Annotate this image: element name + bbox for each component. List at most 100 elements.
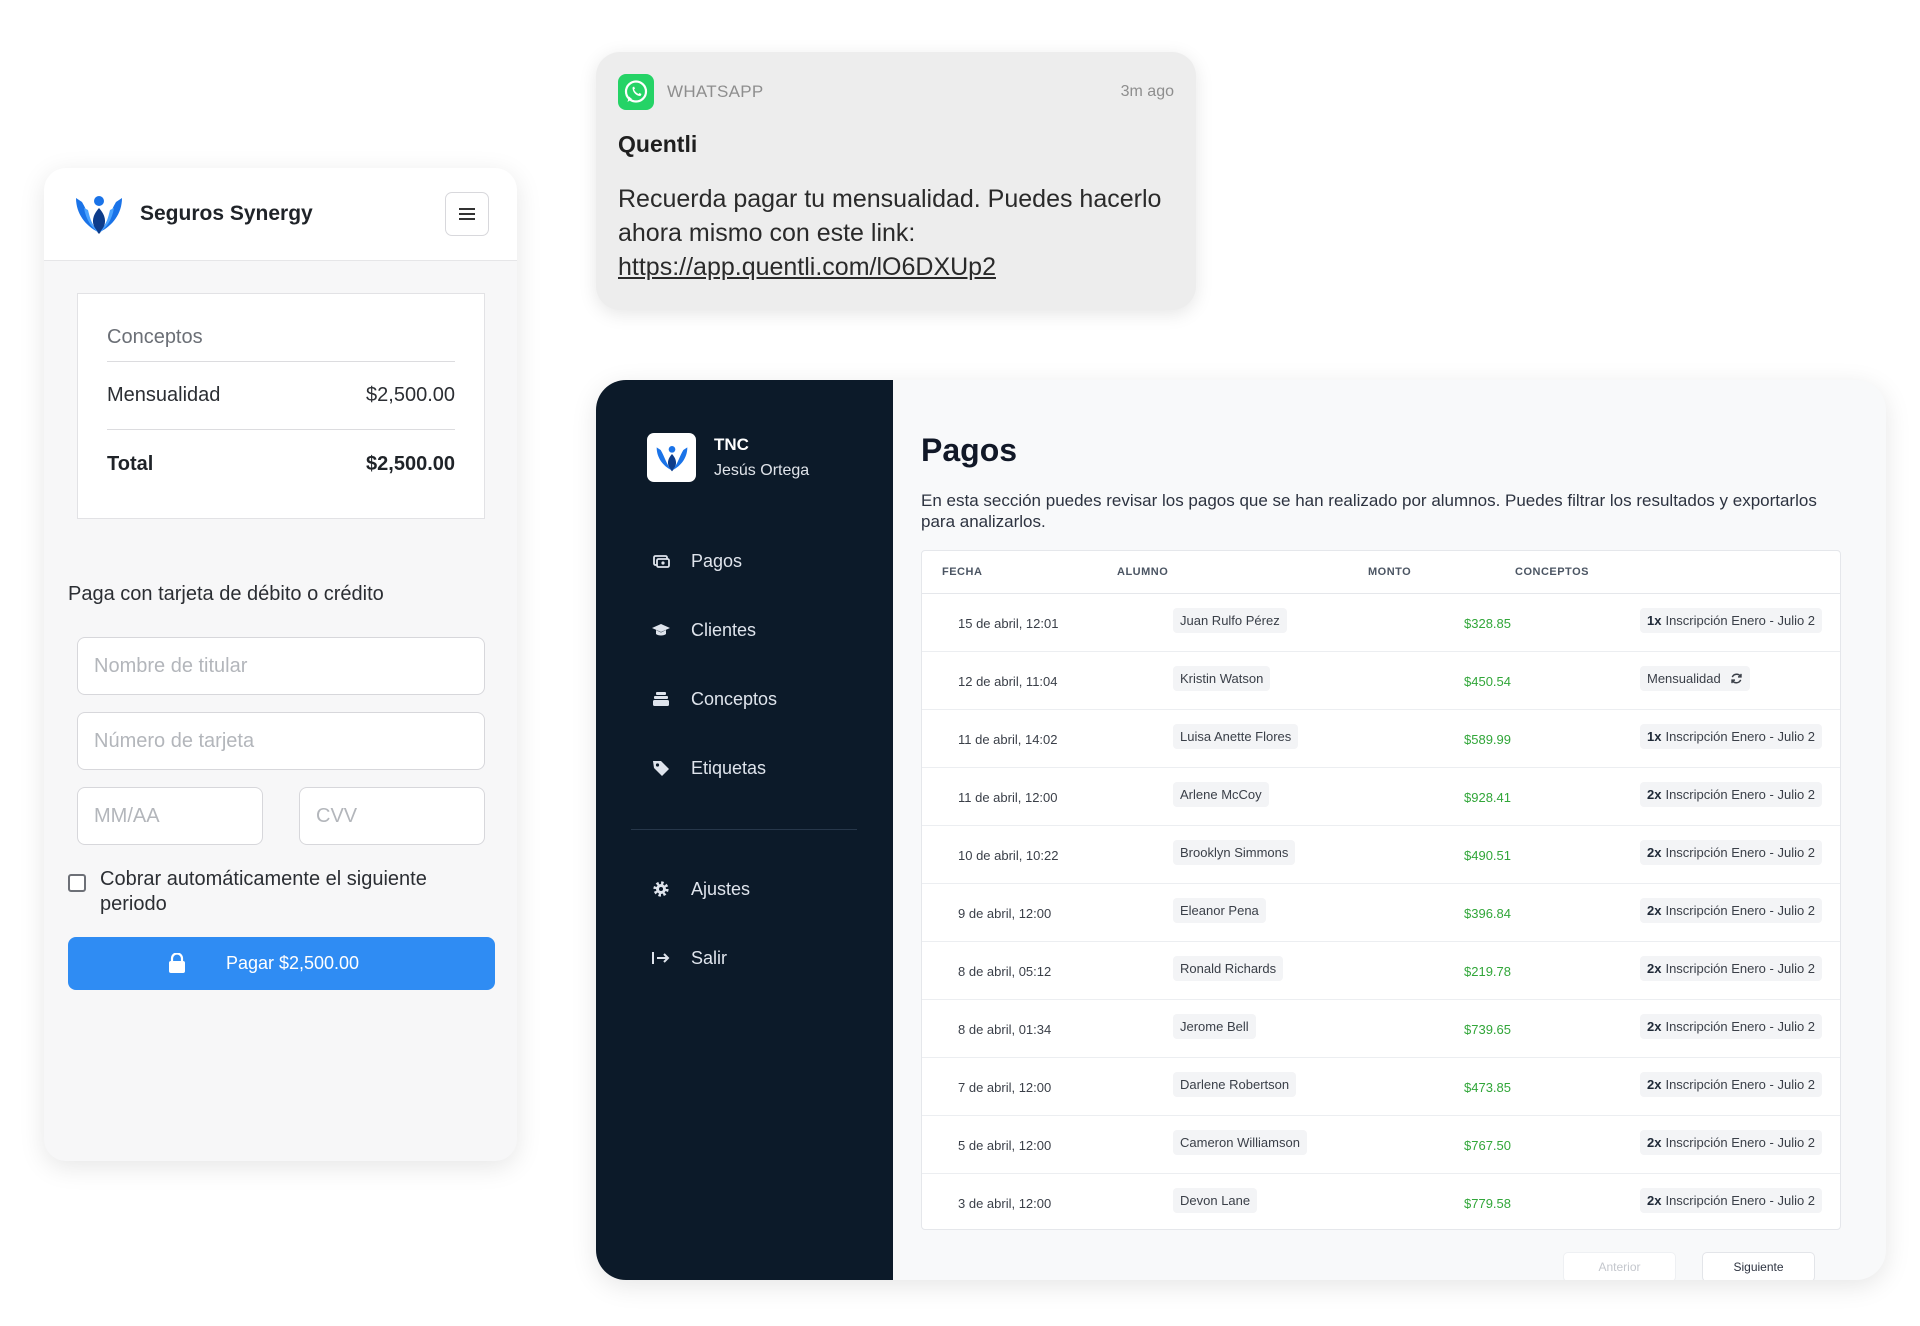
next-page-button[interactable]: Siguiente (1702, 1252, 1815, 1280)
concept-badge[interactable]: 2x Inscripción Enero - Julio 2 (1640, 898, 1823, 923)
column-header-fecha[interactable]: FECHA (942, 566, 982, 578)
concept-quantity: 2x (1647, 1135, 1662, 1150)
sidebar-item-etiquetas[interactable]: Etiquetas (651, 753, 766, 783)
auto-charge-label: Cobrar automáticamente el siguiente peri… (100, 868, 427, 915)
payment-link[interactable]: https://app.quentli.com/lO6DXUp2 (618, 253, 996, 281)
sidebar-item-label: Etiquetas (691, 757, 767, 778)
sidebar-item-clientes[interactable]: Clientes (651, 615, 756, 645)
payments-dashboard: TNC Jesús Ortega Pagos Clientes Concepto… (596, 380, 1886, 1280)
auto-charge-checkbox[interactable] (68, 874, 86, 892)
table-row[interactable]: 7 de abril, 12:00 Darlene Robertson $473.8… (922, 1058, 1840, 1116)
user-name: Jesús Ortega (714, 462, 810, 479)
column-header-conceptos[interactable]: CONCEPTOS (1515, 566, 1589, 578)
student-badge[interactable]: Jerome Bell (1173, 1014, 1256, 1039)
page-description: En esta sección puedes revisar los pagos… (921, 491, 1817, 531)
payments-table: FECHA ALUMNO MONTO CONCEPTOS 15 de abril… (921, 550, 1841, 1230)
concept-quantity: 2x (1647, 1019, 1662, 1034)
whatsapp-notification[interactable]: WHATSAPP 3m ago Quentli Recuerda pagar t… (596, 52, 1196, 310)
student-badge[interactable]: Juan Rulfo Pérez (1173, 608, 1287, 633)
org-logo-icon (656, 445, 687, 471)
column-header-alumno[interactable]: ALUMNO (1117, 566, 1168, 578)
student-badge[interactable]: Darlene Robertson (1173, 1072, 1297, 1097)
cardholder-name-input[interactable]: Nombre de titular (77, 637, 485, 695)
table-row[interactable]: 11 de abril, 12:00 Arlene McCoy $928.41 2x I… (922, 768, 1840, 826)
concept-badge[interactable]: Mensualidad (1640, 666, 1750, 691)
sidebar-item-salir[interactable]: Salir (651, 943, 727, 973)
table-row[interactable]: 15 de abril, 12:01 Juan Rulfo Pérez $328.8… (922, 594, 1840, 652)
payment-amount: $928.41 (1464, 790, 1511, 805)
table-row[interactable]: 10 de abril, 10:22 Brooklyn Simmons $490.5… (922, 826, 1840, 884)
student-badge[interactable]: Arlene McCoy (1173, 782, 1269, 807)
student-badge[interactable]: Eleanor Pena (1173, 898, 1266, 923)
concept-name: Inscripción Enero - Julio 2 (1665, 613, 1816, 628)
concept-quantity: 2x (1647, 787, 1662, 802)
card-number-input[interactable]: Número de tarjeta (77, 712, 485, 770)
payment-amount: $490.51 (1464, 848, 1511, 863)
total-label: Total (107, 452, 154, 475)
sidebar-item-pagos[interactable]: Pagos (651, 546, 742, 576)
student-badge[interactable]: Cameron Williamson (1173, 1130, 1307, 1155)
concept-name: Inscripción Enero - Julio 2 (1665, 845, 1816, 860)
notification-message: Recuerda pagar tu mensualidad. Puedes ha… (618, 182, 1178, 284)
sidebar-item-label: Clientes (691, 619, 757, 640)
notification-sender: Quentli (618, 131, 698, 157)
table-row[interactable]: 11 de abril, 14:02 Luisa Anette Flores $58… (922, 710, 1840, 768)
concepts-summary: Conceptos Mensualidad $2,500.00 Total $2… (77, 293, 485, 519)
payment-date: 11 de abril, 14:02 (958, 732, 1058, 747)
table-row[interactable]: 8 de abril, 01:34 Jerome Bell $739.65 2x Ins… (922, 1000, 1840, 1058)
student-badge[interactable]: Kristin Watson (1173, 666, 1271, 691)
payment-date: 7 de abril, 12:00 (958, 1080, 1052, 1095)
concept-badge[interactable]: 2x Inscripción Enero - Julio 2 (1640, 956, 1823, 981)
student-badge[interactable]: Brooklyn Simmons (1173, 840, 1296, 865)
main-content: Pagos En esta sección puedes revisar los… (893, 380, 1886, 1280)
payment-date: 10 de abril, 10:22 (958, 848, 1059, 863)
sidebar-item-conceptos[interactable]: Conceptos (651, 684, 777, 714)
table-row[interactable]: 9 de abril, 12:00 Eleanor Pena $396.84 2x In… (922, 884, 1840, 942)
checkout-header: Seguros Synergy (44, 168, 517, 261)
previous-page-button[interactable]: Anterior (1563, 1252, 1676, 1280)
concept-quantity: 2x (1647, 1077, 1662, 1092)
student-badge[interactable]: Luisa Anette Flores (1173, 724, 1299, 749)
total-row: Total $2,500.00 (107, 430, 455, 498)
expiry-input[interactable]: MM/AA (77, 787, 263, 845)
payment-amount: $396.84 (1464, 906, 1511, 921)
table-row[interactable]: 8 de abril, 05:12 Ronald Richards $219.78 2… (922, 942, 1840, 1000)
concept-badge[interactable]: 1x Inscripción Enero - Julio 2 (1640, 724, 1823, 749)
sidebar-divider (631, 829, 857, 830)
logout-icon (652, 952, 670, 964)
concept-badge[interactable]: 2x Inscripción Enero - Julio 2 (1640, 1130, 1823, 1155)
menu-button[interactable] (445, 192, 489, 236)
payment-amount: $473.85 (1464, 1080, 1511, 1095)
table-row[interactable]: 5 de abril, 12:00 Cameron Williamson $767.… (922, 1116, 1840, 1174)
student-badge[interactable]: Ronald Richards (1173, 956, 1284, 981)
concept-badge[interactable]: 2x Inscripción Enero - Julio 2 (1640, 782, 1823, 807)
org-name: TNC (714, 435, 749, 454)
lock-icon (169, 953, 185, 973)
table-row[interactable]: 3 de abril, 12:00 Devon Lane $779.58 2x Insc… (922, 1174, 1840, 1229)
cvv-input[interactable]: CVV (299, 787, 485, 845)
concept-name: Inscripción Enero - Julio 2 (1665, 1135, 1816, 1150)
payment-amount: $328.85 (1464, 616, 1511, 631)
payments-icon (653, 555, 670, 568)
column-header-monto[interactable]: MONTO (1368, 566, 1411, 578)
hamburger-icon (459, 213, 475, 215)
concept-label: Mensualidad (107, 384, 221, 406)
concept-badge[interactable]: 2x Inscripción Enero - Julio 2 (1640, 1072, 1823, 1097)
concept-name: Inscripción Enero - Julio 2 (1665, 1193, 1816, 1208)
concept-quantity: 1x (1647, 729, 1662, 744)
org-profile[interactable]: TNC Jesús Ortega (647, 433, 809, 482)
payment-date: 11 de abril, 12:00 (958, 790, 1058, 805)
student-badge[interactable]: Devon Lane (1173, 1188, 1258, 1213)
notification-text: Recuerda pagar tu mensualidad. Puedes ha… (618, 185, 1162, 247)
table-row[interactable]: 12 de abril, 11:04 Kristin Watson $450.54 M… (922, 652, 1840, 710)
pay-button[interactable]: Pagar $2,500.00 (68, 937, 495, 990)
payment-amount: $779.58 (1464, 1196, 1511, 1211)
concept-badge[interactable]: 2x Inscripción Enero - Julio 2 (1640, 840, 1823, 865)
payment-date: 12 de abril, 11:04 (958, 674, 1058, 689)
concept-badge[interactable]: 2x Inscripción Enero - Julio 2 (1640, 1188, 1823, 1213)
sidebar-item-ajustes[interactable]: Ajustes (651, 874, 750, 904)
payment-amount: $589.99 (1464, 732, 1511, 747)
checkout-panel: Seguros Synergy Conceptos Mensualidad $2… (44, 168, 517, 1161)
concept-badge[interactable]: 2x Inscripción Enero - Julio 2 (1640, 1014, 1823, 1039)
concept-badge[interactable]: 1x Inscripción Enero - Julio 2 (1640, 608, 1823, 633)
